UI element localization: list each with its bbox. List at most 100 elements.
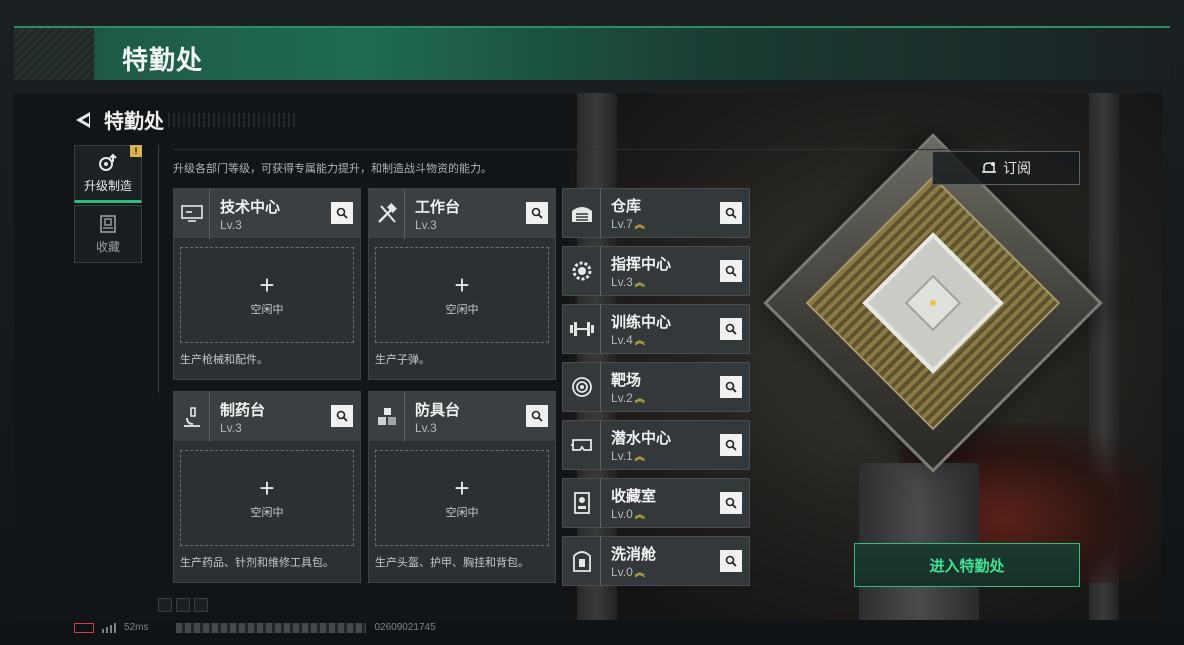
station-note: 生产头盔、护甲、胸挂和背包。 bbox=[375, 556, 529, 569]
warehouse-icon bbox=[563, 188, 601, 238]
station-name: 防具台 bbox=[415, 400, 461, 419]
tools-icon bbox=[369, 188, 405, 239]
station-name: 工作台 bbox=[415, 197, 461, 216]
facility-name: 洗消舱 bbox=[611, 545, 657, 563]
back-title: 特勤处 bbox=[104, 109, 164, 133]
search-icon[interactable] bbox=[720, 202, 742, 224]
facility-diving-center[interactable]: 潜水中心 Lv.1 ︽ bbox=[562, 420, 750, 470]
add-icon: + bbox=[454, 270, 470, 300]
upgrade-gear-icon bbox=[99, 153, 117, 171]
tab-upgrade-craft-label: 升级制造 bbox=[83, 178, 132, 193]
production-slot[interactable]: + 空闲中 bbox=[375, 450, 549, 546]
upgrade-arrow-icon: ︽ bbox=[634, 568, 645, 579]
station-name: 技术中心 bbox=[220, 197, 281, 216]
facility-warehouse[interactable]: 仓库 Lv.7 ︽ bbox=[562, 188, 750, 238]
subscribe-label: 订阅 bbox=[1003, 161, 1031, 177]
facility-collection-room[interactable]: 收藏室 Lv.0 ︽ bbox=[562, 478, 750, 528]
description-text: 升级各部门等级，可获得专属能力提升，和制造战斗物资的能力。 bbox=[173, 162, 492, 175]
slot-status: 空闲中 bbox=[445, 303, 479, 316]
production-slot[interactable]: + 空闲中 bbox=[375, 247, 549, 343]
status-footer: 52ms 02609021745 bbox=[74, 622, 436, 633]
search-icon[interactable] bbox=[526, 405, 548, 427]
station-level: Lv.3 bbox=[220, 420, 242, 435]
station-card-workbench[interactable]: 工作台 Lv.3 + 空闲中 生产子弹。 bbox=[368, 188, 556, 380]
facility-shooting-range[interactable]: 靶场 Lv.2 ︽ bbox=[562, 362, 750, 412]
command-gear-icon bbox=[563, 246, 601, 296]
station-level: Lv.3 bbox=[415, 217, 437, 232]
diving-mask-icon bbox=[563, 420, 601, 470]
facility-command-center[interactable]: 指挥中心 Lv.3 ︽ bbox=[562, 246, 750, 296]
facility-decontamination-chamber[interactable]: 洗消舱 Lv.0 ︽ bbox=[562, 536, 750, 586]
tab-upgrade-craft[interactable]: ! 升级制造 bbox=[74, 145, 142, 203]
armor-icon bbox=[369, 391, 405, 442]
upgrade-arrow-icon: ︽ bbox=[634, 394, 645, 405]
microscope-icon bbox=[174, 391, 210, 442]
add-icon: + bbox=[454, 473, 470, 503]
mini-slot-icons bbox=[158, 598, 208, 612]
decontamination-icon bbox=[563, 536, 601, 586]
target-icon bbox=[563, 362, 601, 412]
upgrade-arrow-icon: ︽ bbox=[634, 510, 645, 521]
ping-readout: 52ms bbox=[124, 622, 149, 633]
search-icon[interactable] bbox=[720, 550, 742, 572]
search-icon[interactable] bbox=[526, 202, 548, 224]
back-header[interactable]: 特勤处 bbox=[74, 105, 298, 134]
production-slot[interactable]: + 空闲中 bbox=[180, 450, 354, 546]
enter-special-ops-button[interactable]: 进入特勤处 bbox=[854, 543, 1080, 587]
tab-collection[interactable]: 收藏 bbox=[74, 205, 142, 263]
cube-pedestal bbox=[859, 463, 979, 620]
add-icon: + bbox=[259, 270, 275, 300]
header-stripe bbox=[168, 112, 298, 127]
station-note: 生产药品、针剂和维修工具包。 bbox=[180, 556, 334, 569]
upgrade-arrow-icon: ︽ bbox=[634, 336, 645, 347]
search-icon[interactable] bbox=[331, 202, 353, 224]
facility-name: 靶场 bbox=[611, 371, 642, 389]
slot-status: 空闲中 bbox=[250, 506, 284, 519]
station-level: Lv.3 bbox=[220, 217, 242, 232]
facility-level: Lv.4 bbox=[611, 333, 633, 347]
station-card-pharmacy[interactable]: 制药台 Lv.3 + 空闲中 生产药品、针剂和维修工具包。 bbox=[173, 391, 361, 583]
facility-level: Lv.0 bbox=[611, 507, 633, 521]
facility-level: Lv.3 bbox=[611, 275, 633, 289]
slot-status: 空闲中 bbox=[250, 303, 284, 316]
display-case-icon bbox=[563, 478, 601, 528]
station-card-armor-bench[interactable]: 防具台 Lv.3 + 空闲中 生产头盔、护甲、胸挂和背包。 bbox=[368, 391, 556, 583]
station-name: 制药台 bbox=[220, 400, 266, 419]
production-slot[interactable]: + 空闲中 bbox=[180, 247, 354, 343]
main-panel: 特勤处 ! 升级制造 收藏 升级各部门等级，可获得专属能力提升，和制造战斗物资的… bbox=[14, 93, 1162, 620]
player-uid: 02609021745 bbox=[374, 622, 436, 633]
divider bbox=[158, 145, 159, 393]
station-card-tech-center[interactable]: 技术中心 Lv.3 + 空闲中 生产枪械和配件。 bbox=[173, 188, 361, 380]
search-icon[interactable] bbox=[720, 318, 742, 340]
facility-level: Lv.2 bbox=[611, 391, 633, 405]
station-level: Lv.3 bbox=[415, 420, 437, 435]
facility-name: 收藏室 bbox=[611, 487, 657, 505]
dumbbell-icon bbox=[563, 304, 601, 354]
subscribe-bell-icon bbox=[982, 162, 996, 173]
banner-notch bbox=[14, 28, 94, 80]
station-note: 生产枪械和配件。 bbox=[180, 353, 268, 366]
add-icon: + bbox=[259, 473, 275, 503]
subscribe-button[interactable]: 订阅 bbox=[932, 151, 1080, 185]
facility-name: 潜水中心 bbox=[611, 429, 672, 447]
back-arrow-icon[interactable] bbox=[74, 109, 92, 131]
divider bbox=[173, 149, 1013, 150]
station-note: 生产子弹。 bbox=[375, 353, 430, 366]
search-icon[interactable] bbox=[720, 492, 742, 514]
facility-name: 训练中心 bbox=[611, 313, 672, 331]
tab-collection-label: 收藏 bbox=[95, 239, 120, 254]
page-title: 特勤处 bbox=[122, 46, 204, 76]
vault-cube-model bbox=[763, 133, 1103, 473]
facility-level: Lv.0 bbox=[611, 565, 633, 579]
facility-name: 指挥中心 bbox=[611, 255, 672, 273]
facility-name: 仓库 bbox=[611, 197, 642, 215]
computer-icon bbox=[174, 188, 210, 239]
search-icon[interactable] bbox=[331, 405, 353, 427]
search-icon[interactable] bbox=[720, 260, 742, 282]
search-icon[interactable] bbox=[720, 434, 742, 456]
search-icon[interactable] bbox=[720, 376, 742, 398]
facility-training-center[interactable]: 训练中心 Lv.4 ︽ bbox=[562, 304, 750, 354]
facility-level: Lv.1 bbox=[611, 449, 633, 463]
signal-icon bbox=[102, 622, 116, 633]
title-banner: 特勤处 bbox=[14, 26, 1170, 80]
